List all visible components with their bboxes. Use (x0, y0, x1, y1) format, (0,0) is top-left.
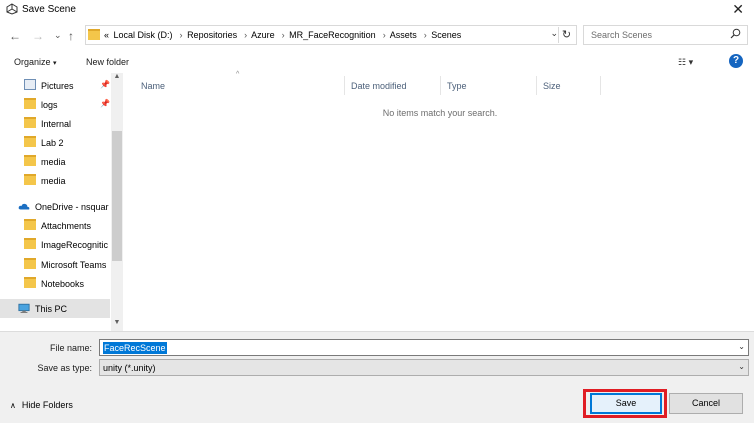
close-button[interactable]: ✕ (732, 2, 744, 16)
nav-item-pictures[interactable]: Pictures 📌 (0, 76, 110, 95)
folder-icon (24, 98, 36, 109)
breadcrumb-azure[interactable]: Azure (251, 30, 275, 40)
search-input[interactable]: Search Scenes (583, 25, 748, 45)
scrollbar-thumb[interactable] (112, 131, 122, 261)
nav-item-imagerecognition[interactable]: ImageRecognitic (0, 235, 110, 254)
recent-locations-button[interactable]: ⌄ (54, 29, 62, 41)
folder-icon (24, 117, 36, 128)
chevron-down-icon[interactable]: ⌄ (738, 362, 745, 371)
breadcrumb-assets[interactable]: Assets (390, 30, 417, 40)
nav-item-microsoft-teams[interactable]: Microsoft Teams (0, 255, 110, 274)
chevron-up-icon: ∧ (10, 401, 16, 410)
unity-icon (6, 3, 18, 15)
breadcrumb: « Local Disk (D:) › Repositories › Azure › … (104, 30, 462, 40)
up-button[interactable]: ↑ (68, 30, 74, 42)
folder-icon (88, 29, 100, 40)
nav-item-media[interactable]: media (0, 152, 110, 171)
column-header-name[interactable]: Name (135, 76, 345, 95)
empty-message: No items match your search. (382, 108, 498, 118)
scroll-down-icon[interactable]: ▼ (111, 319, 123, 326)
column-header-size[interactable]: Size (537, 76, 601, 95)
search-placeholder: Search Scenes (591, 30, 653, 40)
refresh-icon[interactable]: ↻ (558, 27, 574, 43)
forward-button[interactable]: → (32, 30, 44, 42)
address-bar[interactable]: « Local Disk (D:) › Repositories › Azure › … (85, 25, 577, 45)
onedrive-icon (18, 203, 30, 210)
navigation-pane: Pictures 📌 logs 📌 Internal Lab 2 media m… (0, 73, 123, 331)
pin-icon[interactable]: 📌 (100, 80, 110, 89)
hide-folders-button[interactable]: ∧ Hide Folders (10, 400, 73, 410)
organize-button[interactable]: Organize ▾ (14, 57, 57, 67)
folder-icon (24, 155, 36, 166)
address-dropdown-icon[interactable]: ⌄ (550, 28, 558, 39)
nav-item-this-pc[interactable]: This PC (0, 299, 110, 318)
nav-scrollbar[interactable]: ▲ ▼ (111, 73, 123, 331)
save-as-type-label: Save as type: (37, 363, 92, 373)
breadcrumb-repositories[interactable]: Repositories (187, 30, 237, 40)
nav-item-internal[interactable]: Internal (0, 114, 110, 133)
folder-icon (24, 174, 36, 185)
nav-item-logs[interactable]: logs 📌 (0, 95, 110, 114)
breadcrumb-local-disk[interactable]: Local Disk (D:) (114, 30, 173, 40)
folder-icon (24, 238, 36, 249)
breadcrumb-mr-facerecognition[interactable]: MR_FaceRecognition (289, 30, 376, 40)
view-options-button[interactable]: ☷ ▾ (678, 57, 693, 68)
save-button[interactable]: Save (590, 393, 662, 414)
column-header-type[interactable]: Type (441, 76, 537, 95)
command-bar: Organize ▾ New folder ☷ ▾ (0, 51, 754, 73)
folder-icon (24, 136, 36, 147)
cancel-button[interactable]: Cancel (669, 393, 743, 414)
folder-icon (24, 219, 36, 230)
save-as-type-select[interactable]: unity (*.unity) ⌄ (99, 359, 749, 376)
computer-icon (18, 303, 30, 313)
pictures-icon (24, 79, 36, 90)
nav-item-onedrive[interactable]: OneDrive - nsquar (0, 197, 110, 216)
nav-item-lab-2[interactable]: Lab 2 (0, 133, 110, 152)
file-name-label: File name: (49, 343, 92, 353)
title-bar: Save Scene ✕ (0, 0, 754, 20)
scroll-up-icon[interactable]: ▲ (111, 73, 123, 80)
file-name-value[interactable]: FaceRecScene (103, 342, 167, 354)
window-title: Save Scene (22, 4, 76, 15)
folder-icon (24, 258, 36, 269)
breadcrumb-scenes[interactable]: Scenes (431, 30, 461, 40)
nav-item-media-2[interactable]: media (0, 171, 110, 190)
back-button[interactable]: ← (9, 30, 21, 42)
pin-icon[interactable]: 📌 (100, 99, 110, 108)
column-header-date-modified[interactable]: Date modified (345, 76, 441, 95)
file-name-input[interactable]: FaceRecScene ⌄ (99, 339, 749, 356)
chevron-down-icon[interactable]: ⌄ (738, 342, 745, 351)
folder-icon (24, 277, 36, 288)
new-folder-button[interactable]: New folder (86, 57, 129, 67)
save-as-type-value: unity (*.unity) (103, 363, 156, 373)
overflow-chevron[interactable]: « (104, 30, 109, 40)
help-icon[interactable]: ? (729, 54, 743, 68)
nav-item-notebooks[interactable]: Notebooks (0, 274, 110, 293)
nav-item-attachments[interactable]: Attachments (0, 216, 110, 235)
search-icon (730, 28, 741, 39)
